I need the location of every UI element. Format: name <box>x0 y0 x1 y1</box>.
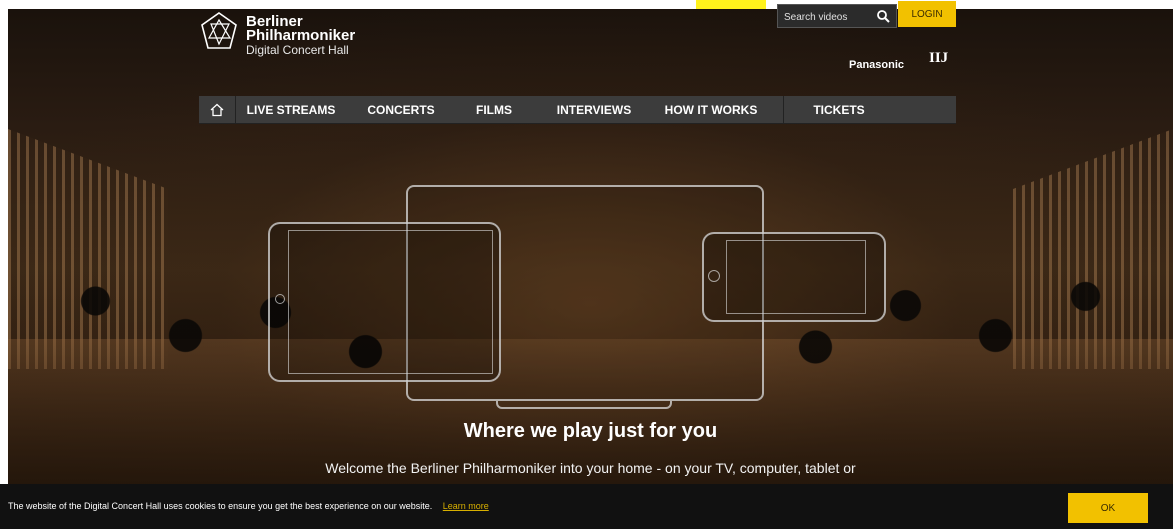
search-icon[interactable] <box>876 9 890 23</box>
logo-line-3: Digital Concert Hall <box>246 43 349 57</box>
hero-banner: Where we play just for you Welcome the B… <box>8 9 1173 484</box>
main-nav: LIVE STREAMS CONCERTS FILMS INTERVIEWS H… <box>199 96 956 124</box>
nav-tickets[interactable]: TICKETS <box>783 96 894 123</box>
nav-live-streams[interactable]: LIVE STREAMS <box>236 96 346 123</box>
phone-device-outline <box>702 232 886 322</box>
nav-concerts[interactable]: CONCERTS <box>346 96 456 123</box>
learn-more-link[interactable]: Learn more <box>443 501 489 511</box>
tablet-device-outline <box>268 222 501 382</box>
cookie-banner: The website of the Digital Concert Hall … <box>0 484 1173 529</box>
nav-home[interactable] <box>199 96 236 123</box>
nav-how-it-works[interactable]: HOW IT WORKS <box>656 96 766 123</box>
login-button[interactable]: LOGIN <box>898 1 956 27</box>
cookie-ok-button[interactable]: OK <box>1068 493 1148 523</box>
cookie-message: The website of the Digital Concert Hall … <box>8 501 489 511</box>
logo[interactable]: Berliner Philharmoniker Digital Concert … <box>199 10 399 65</box>
top-highlight-mark <box>696 0 766 9</box>
cookie-text: The website of the Digital Concert Hall … <box>8 501 433 511</box>
nav-interviews[interactable]: INTERVIEWS <box>532 96 656 123</box>
nav-films[interactable]: FILMS <box>456 96 532 123</box>
tv-stand-outline <box>496 401 672 409</box>
hero-text: Welcome the Berliner Philharmoniker into… <box>325 460 856 476</box>
sponsor-logo-panasonic[interactable]: Panasonic <box>849 59 904 71</box>
sponsor-iij-label: IIJ <box>929 50 949 66</box>
sponsor-logo-iij[interactable]: IIJ <box>929 50 948 67</box>
search-box[interactable] <box>777 4 897 28</box>
pentagon-logo-icon <box>201 12 237 49</box>
hero-heading: Where we play just for you <box>463 420 718 442</box>
home-icon <box>210 103 224 116</box>
logo-line-2: Philharmoniker <box>246 27 356 44</box>
search-input[interactable] <box>782 7 874 27</box>
